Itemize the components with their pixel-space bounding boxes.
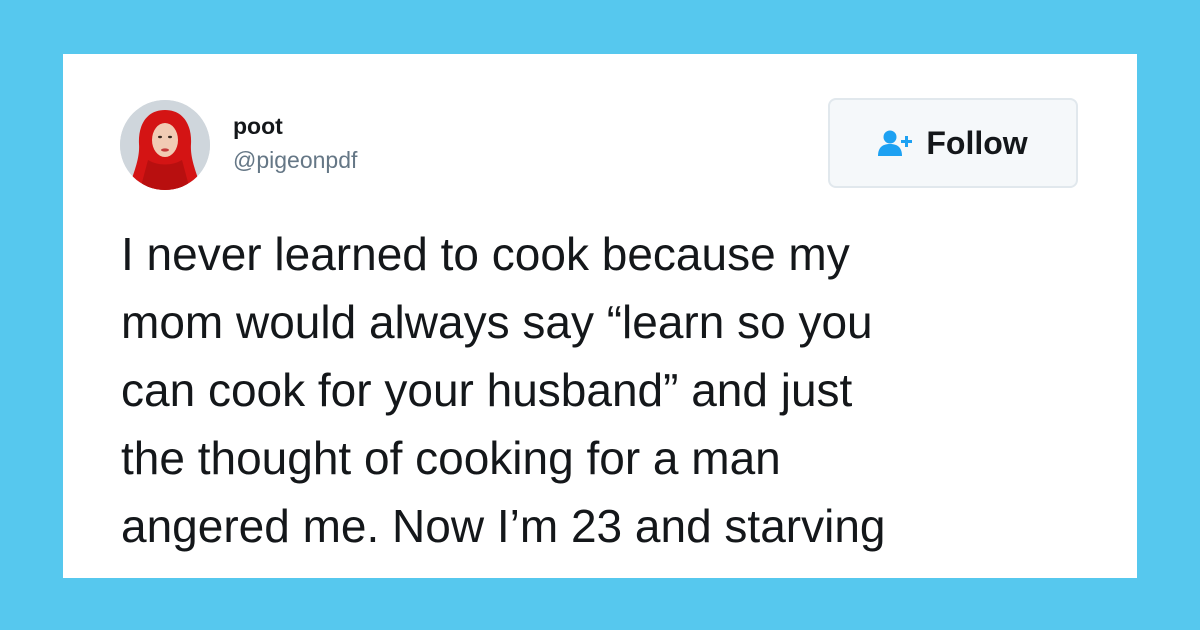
follow-button[interactable]: Follow <box>828 98 1078 188</box>
tweet-text: I never learned to cook because my mom w… <box>121 228 886 552</box>
follow-label: Follow <box>926 124 1028 161</box>
user-handle[interactable]: @pigeonpdf <box>233 146 357 174</box>
profile-photo-icon <box>120 100 210 190</box>
tweet-card: poot @pigeonpdf Follow I never learned t… <box>63 54 1137 578</box>
avatar[interactable] <box>120 100 210 190</box>
add-user-icon <box>878 129 914 157</box>
display-name[interactable]: poot <box>233 112 283 140</box>
